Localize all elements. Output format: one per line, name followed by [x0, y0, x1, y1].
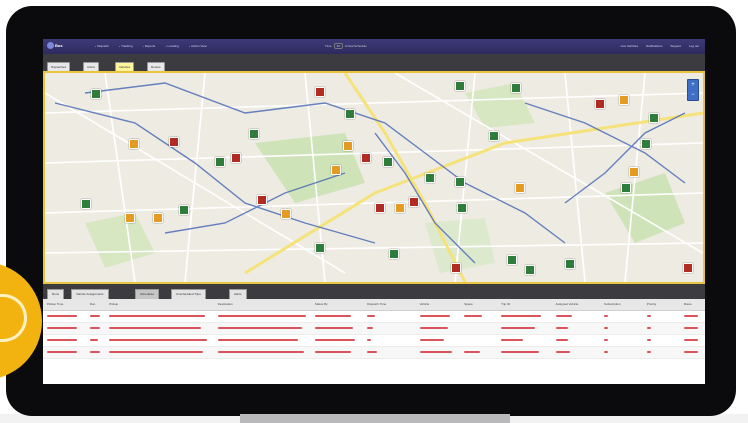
grid-tab-schedules[interactable]: Schedules	[135, 289, 160, 299]
table-row[interactable]	[43, 335, 705, 347]
vehicle-marker[interactable]	[455, 177, 465, 187]
grid-tab-vehicle-assignments[interactable]: Vehicle Assignments	[71, 289, 109, 299]
table-row[interactable]	[43, 323, 705, 335]
column-header[interactable]: Space	[460, 299, 497, 310]
app-screen: Bus Dispatch Tracking Reports Locating A…	[43, 39, 705, 384]
column-header[interactable]: Trip ID	[497, 299, 551, 310]
zoom-out-button[interactable]: −	[688, 90, 698, 100]
vehicle-marker[interactable]	[153, 213, 163, 223]
table-row[interactable]	[43, 311, 705, 323]
grid-tab-bar: Runs Vehicle Assignments Schedules Unsch…	[43, 284, 705, 299]
user-nav: Live Vehicles Notifications Support Log …	[621, 44, 699, 48]
nav-item-tracking[interactable]: Tracking	[119, 44, 132, 48]
monitor-stand	[240, 414, 510, 423]
zoom-control: + −	[687, 79, 699, 101]
vehicle-marker[interactable]	[565, 259, 575, 269]
vehicle-marker[interactable]	[91, 89, 101, 99]
vehicle-marker[interactable]	[683, 263, 693, 273]
vehicle-marker[interactable]	[215, 157, 225, 167]
table-header: Pickup Time Run Pickup Destination Statu…	[43, 299, 705, 311]
nav-item-locating[interactable]: Locating	[165, 44, 178, 48]
vehicle-marker[interactable]	[281, 209, 291, 219]
column-header[interactable]: Subscription	[600, 299, 643, 310]
vehicle-marker[interactable]	[169, 137, 179, 147]
column-header[interactable]: Dispatch Time	[363, 299, 415, 310]
nav-notifications[interactable]: Notifications	[646, 44, 662, 48]
schedule-table: Pickup Time Run Pickup Destination Statu…	[43, 299, 705, 384]
grid-tab-unscheduled-trips[interactable]: Unscheduled Trips	[171, 289, 206, 299]
vehicle-marker[interactable]	[383, 157, 393, 167]
vehicle-marker[interactable]	[331, 165, 341, 175]
column-header[interactable]: Pickup Time	[43, 299, 86, 310]
vehicle-marker[interactable]	[525, 265, 535, 275]
table-row[interactable]	[43, 347, 705, 359]
zoom-in-button[interactable]: +	[688, 80, 698, 90]
vehicle-marker[interactable]	[389, 249, 399, 259]
vehicle-marker[interactable]	[515, 183, 525, 193]
nav-item-dispatch[interactable]: Dispatch	[95, 44, 109, 48]
vehicle-marker[interactable]	[619, 95, 629, 105]
vehicle-marker[interactable]	[125, 213, 135, 223]
vehicle-marker[interactable]	[129, 139, 139, 149]
vehicle-marker[interactable]	[315, 87, 325, 97]
vehicle-marker[interactable]	[489, 131, 499, 141]
vehicle-marker[interactable]	[649, 113, 659, 123]
nav-logout[interactable]: Log out	[689, 44, 699, 48]
app-brand: Bus	[55, 43, 63, 48]
vehicle-marker[interactable]	[507, 255, 517, 265]
nav-item-admin[interactable]: Admin View	[189, 44, 207, 48]
vehicle-marker[interactable]	[425, 173, 435, 183]
vehicle-marker[interactable]	[595, 99, 605, 109]
vehicle-marker[interactable]	[511, 83, 521, 93]
nav-item-reports[interactable]: Reports	[143, 44, 156, 48]
nav-support[interactable]: Support	[670, 44, 681, 48]
column-header[interactable]: Pickup	[105, 299, 214, 310]
main-nav: Dispatch Tracking Reports Locating Admin…	[95, 44, 207, 48]
vehicle-marker[interactable]	[81, 199, 91, 209]
column-header[interactable]: Priority	[643, 299, 680, 310]
column-header[interactable]: Run	[86, 299, 105, 310]
column-header[interactable]: Vehicle	[416, 299, 461, 310]
title-suffix: Arrival Schedule	[344, 44, 367, 48]
column-header[interactable]: Route	[680, 299, 705, 310]
vehicle-marker[interactable]	[621, 183, 631, 193]
vehicle-marker[interactable]	[375, 203, 385, 213]
grid-tab-alerts[interactable]: Alerts	[229, 289, 247, 299]
vehicle-marker[interactable]	[641, 139, 651, 149]
column-header[interactable]: Assigned Vehicle	[552, 299, 601, 310]
vehicle-marker[interactable]	[249, 129, 259, 139]
map-view[interactable]: + −	[43, 71, 705, 284]
vehicle-marker[interactable]	[409, 197, 419, 207]
grid-tab-runs[interactable]: Runs	[47, 289, 65, 299]
vehicle-marker[interactable]	[455, 81, 465, 91]
vehicle-marker[interactable]	[629, 167, 639, 177]
vehicle-marker[interactable]	[395, 203, 405, 213]
page-title: Time 26 Arrival Schedule	[325, 43, 367, 49]
vehicle-marker[interactable]	[231, 153, 241, 163]
column-header[interactable]: Destination	[214, 299, 311, 310]
nav-live-vehicles[interactable]: Live Vehicles	[621, 44, 639, 48]
title-counter[interactable]: 26	[333, 43, 343, 49]
vehicle-marker[interactable]	[345, 109, 355, 119]
vehicle-marker[interactable]	[343, 141, 353, 151]
app-logo-icon	[47, 42, 54, 49]
vehicle-marker[interactable]	[315, 243, 325, 253]
vehicle-marker[interactable]	[361, 153, 371, 163]
top-navigation-bar: Bus Dispatch Tracking Reports Locating A…	[43, 39, 705, 54]
title-prefix: Time	[325, 44, 332, 48]
column-header[interactable]: Status By	[311, 299, 363, 310]
vehicle-marker[interactable]	[457, 203, 467, 213]
vehicle-marker[interactable]	[179, 205, 189, 215]
vehicle-marker[interactable]	[451, 263, 461, 273]
map-toolbar: Dispatched Active Vehicles Routes	[43, 54, 705, 72]
vehicle-marker[interactable]	[257, 195, 267, 205]
